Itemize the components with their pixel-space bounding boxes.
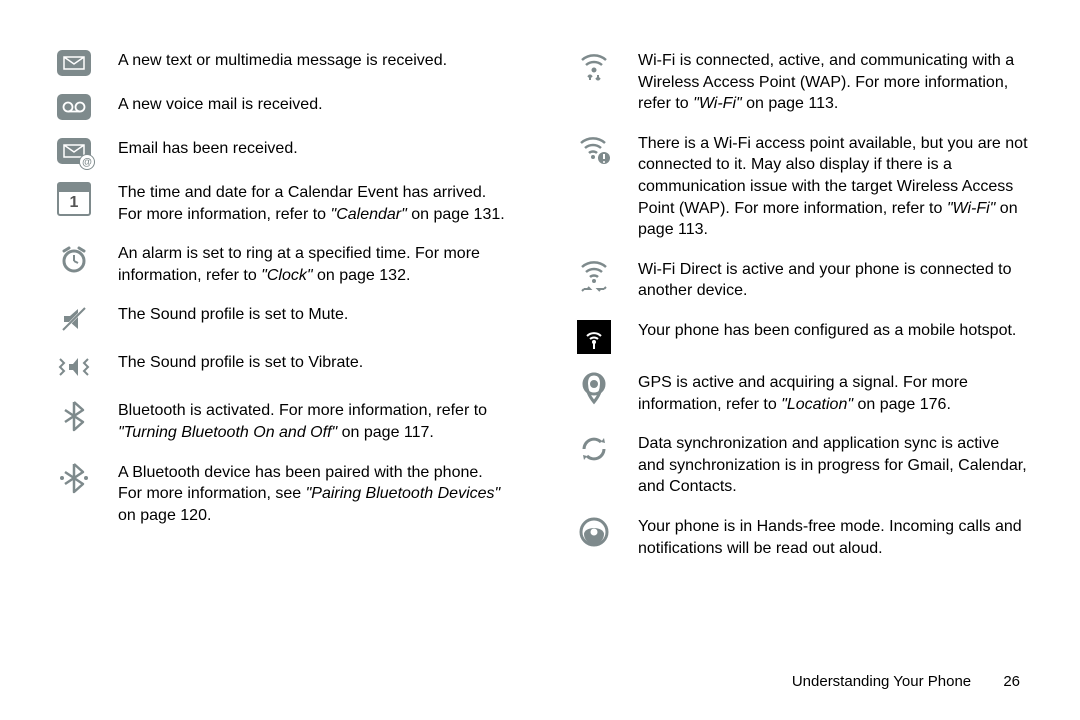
row-voicemail: A new voice mail is received. bbox=[50, 94, 510, 120]
bluetooth-icon bbox=[50, 400, 98, 432]
calendar-icon: 1 bbox=[57, 182, 91, 216]
row-wifi-alert: There is a Wi-Fi access point available,… bbox=[570, 133, 1030, 241]
row-vibrate: The Sound profile is set to Vibrate. bbox=[50, 352, 510, 382]
desc: Email has been received. bbox=[98, 138, 510, 160]
voicemail-icon bbox=[57, 94, 91, 120]
desc: An alarm is set to ring at a specified t… bbox=[98, 243, 510, 286]
desc: There is a Wi-Fi access point available,… bbox=[618, 133, 1030, 241]
row-handsfree: Your phone is in Hands-free mode. Incomi… bbox=[570, 516, 1030, 559]
desc: Wi-Fi Direct is active and your phone is… bbox=[618, 259, 1030, 302]
desc: The Sound profile is set to Vibrate. bbox=[98, 352, 510, 374]
row-message: A new text or multimedia message is rece… bbox=[50, 50, 510, 76]
row-sync: Data synchronization and application syn… bbox=[570, 433, 1030, 498]
desc: Bluetooth is activated. For more informa… bbox=[98, 400, 510, 443]
message-icon bbox=[57, 50, 91, 76]
row-bluetooth: Bluetooth is activated. For more informa… bbox=[50, 400, 510, 443]
page-number: 26 bbox=[1003, 673, 1020, 690]
row-hotspot: Your phone has been configured as a mobi… bbox=[570, 320, 1030, 354]
desc: Wi-Fi is connected, active, and communic… bbox=[618, 50, 1030, 115]
desc: The Sound profile is set to Mute. bbox=[98, 304, 510, 326]
desc: GPS is active and acquiring a signal. Fo… bbox=[618, 372, 1030, 415]
two-column-layout: A new text or multimedia message is rece… bbox=[50, 50, 1030, 663]
vibrate-icon bbox=[50, 352, 98, 382]
desc: A new voice mail is received. bbox=[98, 94, 510, 116]
alarm-icon bbox=[50, 243, 98, 275]
desc: A new text or multimedia message is rece… bbox=[98, 50, 510, 72]
wifi-active-icon bbox=[570, 50, 618, 84]
email-icon: @ bbox=[57, 138, 91, 164]
row-mute: The Sound profile is set to Mute. bbox=[50, 304, 510, 334]
row-email: @ Email has been received. bbox=[50, 138, 510, 164]
desc: A Bluetooth device has been paired with … bbox=[98, 462, 510, 527]
mute-icon bbox=[50, 304, 98, 334]
desc: Data synchronization and application syn… bbox=[618, 433, 1030, 498]
row-gps: GPS is active and acquiring a signal. Fo… bbox=[570, 372, 1030, 415]
right-column: Wi-Fi is connected, active, and communic… bbox=[570, 50, 1030, 663]
row-alarm: An alarm is set to ring at a specified t… bbox=[50, 243, 510, 286]
wifi-alert-icon bbox=[570, 133, 618, 165]
desc: Your phone has been configured as a mobi… bbox=[618, 320, 1030, 342]
row-calendar: 1 The time and date for a Calendar Event… bbox=[50, 182, 510, 225]
bluetooth-paired-icon bbox=[50, 462, 98, 494]
page-footer: Understanding Your Phone 26 bbox=[50, 673, 1030, 690]
section-title: Understanding Your Phone bbox=[792, 673, 971, 690]
row-wifi-direct: Wi-Fi Direct is active and your phone is… bbox=[570, 259, 1030, 302]
row-wifi-active: Wi-Fi is connected, active, and communic… bbox=[570, 50, 1030, 115]
sync-icon bbox=[570, 433, 618, 465]
manual-page: A new text or multimedia message is rece… bbox=[0, 0, 1080, 720]
row-bluetooth-paired: A Bluetooth device has been paired with … bbox=[50, 462, 510, 527]
handsfree-icon bbox=[570, 516, 618, 548]
wifi-direct-icon bbox=[570, 259, 618, 293]
left-column: A new text or multimedia message is rece… bbox=[50, 50, 510, 663]
desc: The time and date for a Calendar Event h… bbox=[98, 182, 510, 225]
hotspot-icon bbox=[577, 320, 611, 354]
desc: Your phone is in Hands-free mode. Incomi… bbox=[618, 516, 1030, 559]
gps-icon bbox=[570, 372, 618, 406]
